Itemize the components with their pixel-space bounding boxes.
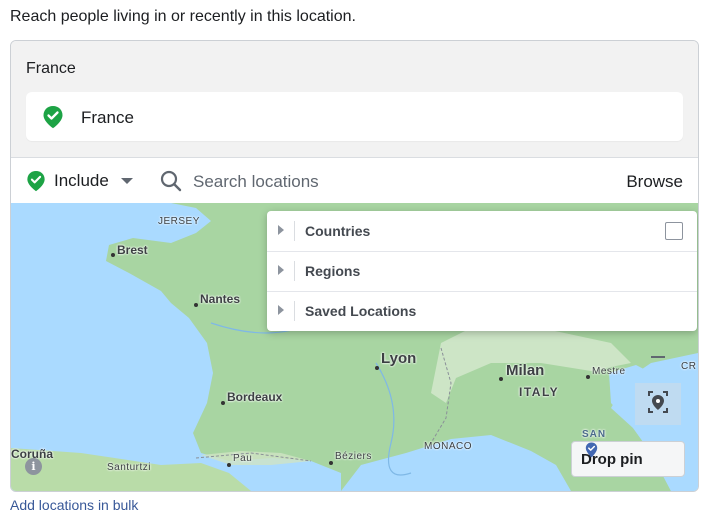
add-locations-in-bulk-link[interactable]: Add locations in bulk [10, 497, 138, 513]
intro-text: Reach people living in or recently in th… [10, 8, 356, 25]
map-label-pau: Pau [233, 453, 253, 464]
locate-icon [648, 391, 668, 413]
search-icon [160, 170, 182, 192]
include-label: Include [54, 171, 109, 190]
map-label-lyon: Lyon [381, 350, 417, 367]
city-dot [227, 463, 231, 467]
minus-icon [651, 356, 665, 358]
map-label-nantes: Nantes [200, 292, 241, 306]
countries-checkbox[interactable] [665, 222, 683, 240]
include-pin-icon [27, 171, 45, 192]
city-dot [499, 377, 503, 381]
selected-location-chip[interactable]: France [26, 92, 683, 141]
city-dot [111, 253, 115, 257]
expand-arrow-icon[interactable] [278, 305, 284, 315]
info-icon[interactable]: i [25, 458, 42, 475]
map-label-bordeaux: Bordeaux [227, 390, 283, 404]
location-pin-check-icon [43, 106, 63, 129]
country-group-heading: France [26, 60, 76, 77]
row-divider [294, 301, 295, 321]
map-label-milan: Milan [506, 362, 545, 379]
selected-locations-area: France France [11, 41, 698, 158]
row-divider [294, 261, 295, 281]
location-map[interactable]: JERSEY Brest Nantes Lyon Milan Mestre IT… [11, 203, 698, 491]
browse-item-regions[interactable]: Regions [267, 251, 697, 292]
browse-item-label: Countries [305, 223, 371, 239]
browse-item-saved-locations[interactable]: Saved Locations [267, 291, 697, 331]
map-pin-icon [585, 442, 598, 458]
map-label-beziers: Béziers [335, 451, 372, 462]
map-label-san: SAN [582, 429, 607, 440]
city-dot [221, 401, 225, 405]
search-locations-input[interactable] [191, 168, 575, 196]
map-label-italy: ITALY [519, 385, 560, 399]
city-dot [375, 366, 379, 370]
chevron-down-icon [120, 178, 133, 184]
location-panel: France France Include Browse [10, 40, 699, 492]
map-label-jersey: JERSEY [158, 216, 200, 227]
browse-menu: Countries Regions Saved Locations [267, 211, 697, 331]
expand-arrow-icon[interactable] [278, 265, 284, 275]
map-label-santurtzi: Santurtzi [107, 462, 151, 473]
city-dot [329, 461, 333, 465]
row-divider [294, 221, 295, 241]
browse-button[interactable]: Browse [626, 172, 683, 192]
city-dot [586, 375, 590, 379]
city-dot [194, 303, 198, 307]
drop-pin-button[interactable]: Drop pin [571, 441, 685, 477]
map-label-monaco: MONACO [424, 441, 472, 452]
zoom-out-button[interactable] [635, 343, 681, 371]
browse-item-label: Regions [305, 263, 361, 279]
browse-item-label: Saved Locations [305, 303, 417, 319]
map-label-brest: Brest [117, 243, 148, 257]
include-dropdown[interactable]: Include [26, 167, 133, 195]
expand-arrow-icon[interactable] [278, 225, 284, 235]
map-label-cr: CR [681, 361, 697, 372]
locate-button[interactable] [635, 383, 681, 425]
location-search-bar: Include Browse [11, 158, 698, 203]
browse-item-countries[interactable]: Countries [267, 211, 697, 252]
map-label-mestre: Mestre [592, 366, 626, 377]
selected-location-label: France [81, 108, 134, 127]
